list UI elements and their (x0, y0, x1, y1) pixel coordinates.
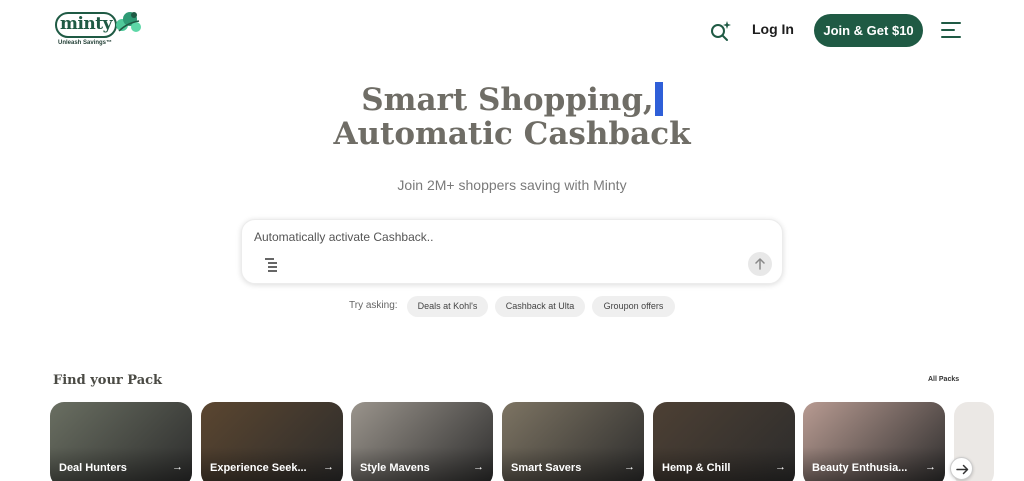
menu-icon[interactable] (941, 21, 961, 39)
list-menu-icon[interactable] (265, 257, 279, 272)
arrow-up-icon (755, 258, 765, 270)
packs-section-title: Find your Pack (53, 373, 163, 388)
pack-card-label: Smart Savers (511, 462, 582, 474)
hero-title-line2: Automatic Cashback (333, 116, 691, 152)
pack-card-experience-seekers[interactable]: Experience Seek... → (201, 402, 343, 481)
suggestion-chip-groupon[interactable]: Groupon offers (592, 296, 675, 317)
ai-search-button[interactable] (708, 19, 732, 43)
arrow-right-icon: → (775, 461, 786, 473)
login-link[interactable]: Log In (752, 21, 794, 37)
arrow-right-icon: → (172, 461, 183, 473)
try-asking-label: Try asking: (349, 300, 398, 311)
pack-card-beauty-enthusiasts[interactable]: Beauty Enthusia... → (803, 402, 945, 481)
send-button[interactable] (748, 252, 772, 276)
minty-logo[interactable]: minty Unleash Savings™ (55, 11, 145, 51)
arrow-right-icon: → (925, 461, 936, 473)
carousel-next-button[interactable] (950, 457, 973, 480)
pack-card-label: Experience Seek... (210, 462, 307, 474)
pack-card-style-mavens[interactable]: Style Mavens → (351, 402, 493, 481)
search-input[interactable]: Automatically activate Cashback.. (254, 230, 433, 244)
all-packs-link[interactable]: All Packs (928, 376, 959, 383)
pack-card-label: Deal Hunters (59, 462, 127, 474)
leaf-logo-icon (116, 12, 141, 32)
hero-title: Smart Shopping, Automatic Cashback (0, 82, 1024, 151)
arrow-right-icon: → (473, 461, 484, 473)
logo-tagline: Unleash Savings™ (58, 40, 113, 46)
arrow-right-icon (956, 464, 969, 475)
pack-card-hemp-chill[interactable]: Hemp & Chill → (653, 402, 795, 481)
text-cursor (654, 82, 663, 116)
hero-subtitle: Join 2M+ shoppers saving with Minty (397, 177, 627, 193)
cashback-search-box[interactable]: Automatically activate Cashback.. (241, 219, 783, 284)
suggestion-chip-kohls[interactable]: Deals at Kohl's (407, 296, 488, 317)
suggestion-chip-ulta[interactable]: Cashback at Ulta (495, 296, 585, 317)
hero-title-line1: Smart Shopping, (361, 82, 654, 118)
pack-card-label: Hemp & Chill (662, 462, 731, 474)
join-button[interactable]: Join & Get $10 (814, 14, 923, 47)
pack-card-label: Style Mavens (360, 462, 430, 474)
pack-card-deal-hunters[interactable]: Deal Hunters → (50, 402, 192, 481)
arrow-right-icon: → (323, 461, 334, 473)
search-sparkle-icon (711, 21, 731, 41)
pack-card-label: Beauty Enthusia... (812, 462, 908, 474)
arrow-right-icon: → (624, 461, 635, 473)
pack-card-smart-savers[interactable]: Smart Savers → (502, 402, 644, 481)
logo-wordmark: minty (55, 12, 117, 38)
